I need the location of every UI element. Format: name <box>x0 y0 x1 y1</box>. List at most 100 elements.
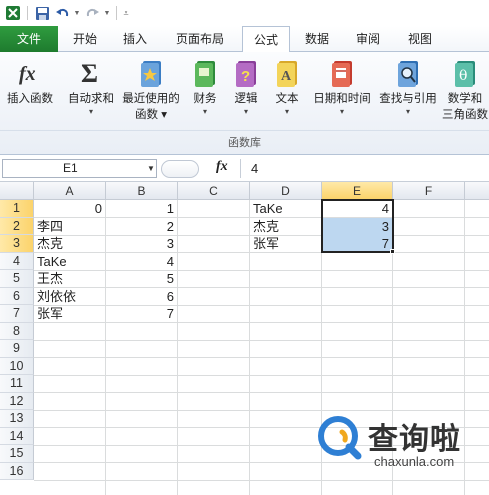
column-header-d[interactable]: D <box>250 182 322 200</box>
lookup-reference-button[interactable]: 查找与引用 ▾ <box>376 58 440 117</box>
financial-button[interactable]: 财务 ▾ <box>186 58 224 117</box>
column-header-g[interactable] <box>465 182 489 200</box>
row-header-9[interactable]: 9 <box>0 340 34 358</box>
row-header-10[interactable]: 10 <box>0 357 34 375</box>
tab-formulas[interactable]: 公式 <box>242 26 290 53</box>
row-header-14[interactable]: 14 <box>0 427 34 445</box>
tab-home[interactable]: 开始 <box>62 26 108 52</box>
undo-icon[interactable] <box>53 4 71 22</box>
cell-b1[interactable]: 1 <box>106 200 177 218</box>
formulas-ribbon: fx 插入函数 Σ 自动求和 ▾ 最近使用的 函数 ▾ 财务 ▾ ? 逻辑 ▾ … <box>0 52 489 155</box>
lookup-book-icon <box>394 58 422 88</box>
cell-a6[interactable]: 刘依依 <box>34 288 105 306</box>
financial-dropdown[interactable]: ▾ <box>186 107 224 117</box>
fill-handle[interactable] <box>390 249 395 254</box>
text-dropdown[interactable]: ▾ <box>268 107 306 117</box>
toolbar-divider <box>116 6 117 20</box>
cell-a5[interactable]: 王杰 <box>34 270 105 288</box>
cell-a2[interactable]: 李四 <box>34 218 105 236</box>
text-label: 文本 <box>275 93 299 105</box>
text-button[interactable]: A 文本 ▾ <box>268 58 306 117</box>
insert-function-button[interactable]: fx 插入函数 <box>2 58 58 107</box>
datetime-book-icon <box>328 58 356 88</box>
cell-d3[interactable]: 张军 <box>250 235 321 253</box>
row-header-7[interactable]: 7 <box>0 305 34 323</box>
cell-d1[interactable]: TaKe <box>250 200 321 218</box>
cell-d2[interactable]: 杰克 <box>250 218 321 236</box>
cell-b4[interactable]: 4 <box>106 253 177 271</box>
formula-bar: E1 ▼ fx 4 <box>0 156 489 182</box>
watermark-title: 查询啦 <box>368 422 461 457</box>
row-header-8[interactable]: 8 <box>0 322 34 340</box>
math-trig-button[interactable]: θ 数学和 三角函数 <box>440 58 489 123</box>
redo-icon[interactable] <box>83 4 101 22</box>
svg-text:Σ: Σ <box>81 59 98 88</box>
tab-view[interactable]: 视图 <box>396 26 444 52</box>
date-time-dropdown[interactable]: ▾ <box>310 107 374 117</box>
row-header-5[interactable]: 5 <box>0 270 34 288</box>
customize-toolbar-icon[interactable]: ⩡ <box>122 4 130 22</box>
formula-bar-resize-handle[interactable] <box>161 160 199 178</box>
svg-text:θ: θ <box>459 68 467 84</box>
autosum-button[interactable]: Σ 自动求和 ▾ <box>64 58 118 117</box>
watermark-url: chaxunla.com <box>374 454 455 469</box>
tab-file[interactable]: 文件 <box>0 26 58 52</box>
formula-input[interactable]: 4 <box>240 159 488 178</box>
cell-a1[interactable]: 0 <box>34 200 105 218</box>
cell-b2[interactable]: 2 <box>106 218 177 236</box>
recently-used-label: 最近使用的 <box>122 93 180 105</box>
tab-review[interactable]: 审阅 <box>344 26 392 52</box>
row-header-3[interactable]: 3 <box>0 235 34 253</box>
selection-border <box>321 199 394 253</box>
gridline <box>34 409 489 411</box>
function-library-group-label: 函数库 <box>228 137 261 149</box>
select-all-corner[interactable] <box>0 182 34 200</box>
column-header-a[interactable]: A <box>34 182 106 200</box>
row-header-1[interactable]: 1 <box>0 200 34 218</box>
logical-button[interactable]: ? 逻辑 ▾ <box>228 58 264 117</box>
column-header-c[interactable]: C <box>178 182 250 200</box>
cell-b3[interactable]: 3 <box>106 235 177 253</box>
tab-page-layout[interactable]: 页面布局 <box>164 26 236 52</box>
save-icon[interactable] <box>33 4 51 22</box>
cell-b5[interactable]: 5 <box>106 270 177 288</box>
row-header-15[interactable]: 15 <box>0 445 34 463</box>
row-header-6[interactable]: 6 <box>0 287 34 305</box>
column-header-e[interactable]: E <box>322 182 393 200</box>
row-header-2[interactable]: 2 <box>0 217 34 235</box>
column-header-f[interactable]: F <box>393 182 465 200</box>
cell-a7[interactable]: 张军 <box>34 305 105 323</box>
insert-function-fx-button[interactable]: fx <box>216 159 228 175</box>
cell-b6[interactable]: 6 <box>106 288 177 306</box>
financial-label: 财务 <box>193 93 217 105</box>
row-header-4[interactable]: 4 <box>0 252 34 270</box>
tab-insert[interactable]: 插入 <box>112 26 158 52</box>
logic-book-icon: ? <box>232 58 260 88</box>
undo-dropdown-icon[interactable]: ▼ <box>73 4 81 22</box>
date-time-button[interactable]: 日期和时间 ▾ <box>310 58 374 117</box>
cell-a4[interactable]: TaKe <box>34 253 105 271</box>
gridline <box>34 339 489 341</box>
row-header-16[interactable]: 16 <box>0 462 34 480</box>
cell-b7[interactable]: 7 <box>106 305 177 323</box>
excel-logo-icon[interactable] <box>4 4 22 22</box>
column-header-b[interactable]: B <box>106 182 178 200</box>
row-header-11[interactable]: 11 <box>0 375 34 393</box>
fx-icon: fx <box>16 58 44 88</box>
tab-data[interactable]: 数据 <box>294 26 340 52</box>
cell-a3[interactable]: 杰克 <box>34 235 105 253</box>
row-header-12[interactable]: 12 <box>0 392 34 410</box>
autosum-label: 自动求和 <box>68 93 114 105</box>
lookup-reference-dropdown[interactable]: ▾ <box>376 107 440 117</box>
autosum-dropdown[interactable]: ▾ <box>64 107 118 117</box>
redo-dropdown-icon[interactable]: ▼ <box>103 4 111 22</box>
recently-used-button[interactable]: 最近使用的 函数 ▾ <box>118 58 184 123</box>
name-box[interactable]: E1 <box>2 159 157 178</box>
row-header-13[interactable]: 13 <box>0 410 34 428</box>
lookup-reference-label: 查找与引用 <box>379 93 437 105</box>
watermark: 查询啦 chaxunla.com <box>316 412 486 474</box>
logical-dropdown[interactable]: ▾ <box>228 107 264 117</box>
text-book-icon: A <box>273 58 301 88</box>
name-box-dropdown-icon[interactable]: ▼ <box>144 159 158 178</box>
recent-book-icon <box>137 58 165 88</box>
